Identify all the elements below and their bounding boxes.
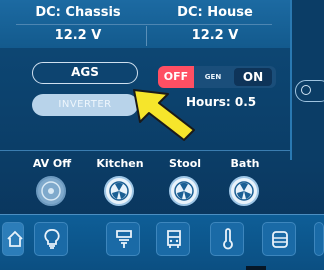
fan-button[interactable] <box>229 176 259 206</box>
fan-button[interactable] <box>36 176 66 206</box>
control-panel-screen: DC: Chassis 12.2 V DC: House 12.2 V AGS … <box>0 0 324 270</box>
tab-more[interactable] <box>314 222 324 256</box>
tab-awning[interactable] <box>106 222 140 256</box>
fan-zone-kitchen[interactable]: Kitchen <box>90 156 150 212</box>
bottom-edge-shadow <box>246 266 266 270</box>
yellow-arrow-icon <box>133 89 195 141</box>
tab-climate[interactable] <box>210 222 244 256</box>
inverter-button[interactable]: INVERTER <box>32 94 138 116</box>
dc-voltage-header: DC: Chassis 12.2 V DC: House 12.2 V <box>0 0 290 48</box>
fan-icon <box>109 181 129 201</box>
dc-house-readout: DC: House 12.2 V <box>150 0 280 48</box>
fan-zone-label: Stool <box>168 157 202 170</box>
thermometer-icon <box>223 228 233 250</box>
dc-house-voltage: 12.2 V <box>191 28 239 43</box>
fan-zone-av-off[interactable]: AV Off <box>22 156 82 212</box>
fan-zone-label: Kitchen <box>96 157 144 170</box>
fan-zone-stool[interactable]: Stool <box>155 156 215 212</box>
fan-zone-label: AV Off <box>32 157 72 170</box>
vehicle-icon <box>167 230 181 248</box>
fan-button[interactable] <box>169 176 199 206</box>
fan-icon <box>234 181 254 201</box>
home-icon <box>7 230 23 247</box>
awning-icon <box>116 230 132 248</box>
fan-zone-label: Bath <box>230 157 260 170</box>
tab-lights[interactable] <box>34 222 68 256</box>
tab-tanks[interactable] <box>262 222 296 256</box>
lightbulb-icon <box>44 229 60 249</box>
ags-button[interactable]: AGS <box>32 62 138 84</box>
generator-gen-label: GEN <box>204 73 222 81</box>
fan-icon <box>174 181 194 201</box>
tab-home[interactable] <box>2 222 24 256</box>
dc-chassis-label: DC: Chassis <box>35 5 121 20</box>
dc-column-divider <box>146 26 147 46</box>
dc-chassis-readout: DC: Chassis 12.2 V <box>12 0 144 48</box>
fan-icon <box>41 181 61 201</box>
fan-button[interactable] <box>104 176 134 206</box>
tab-vehicle[interactable] <box>156 222 190 256</box>
tank-icon <box>272 231 288 248</box>
fan-zone-bath[interactable]: Bath <box>215 156 275 212</box>
generator-on-button[interactable]: ON <box>234 68 272 86</box>
circle-icon <box>301 85 311 95</box>
zones-divider <box>0 150 290 151</box>
dc-chassis-voltage: 12.2 V <box>54 28 102 43</box>
dc-house-label: DC: House <box>177 5 253 20</box>
